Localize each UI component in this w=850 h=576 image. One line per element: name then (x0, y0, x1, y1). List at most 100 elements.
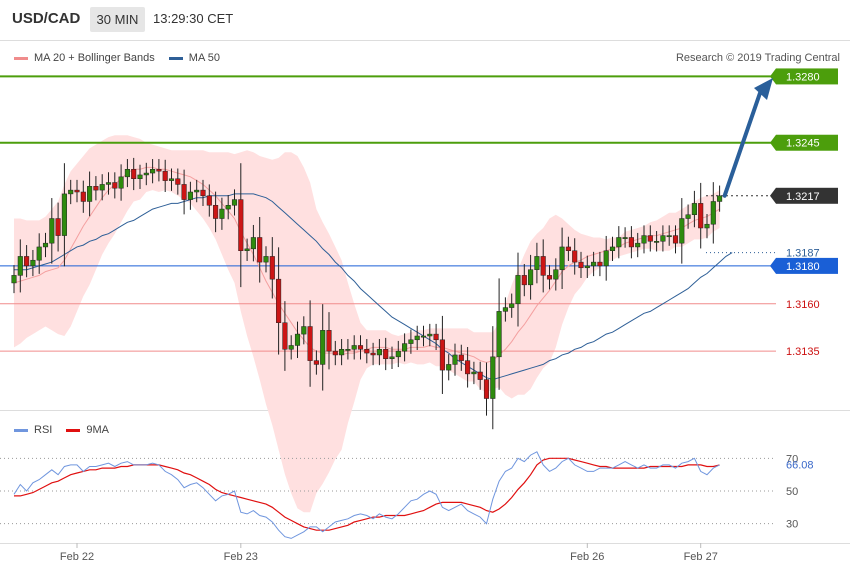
candle-body[interactable] (654, 241, 660, 243)
candle-body[interactable] (698, 203, 704, 229)
candle-body[interactable] (250, 237, 256, 250)
candle-body[interactable] (364, 349, 370, 354)
candle-body[interactable] (572, 250, 578, 263)
candle-body[interactable] (17, 256, 23, 276)
candle-body[interactable] (206, 195, 212, 206)
candle-body[interactable] (36, 246, 42, 261)
candle-body[interactable] (194, 189, 200, 193)
candle-body[interactable] (168, 178, 175, 181)
candle-body[interactable] (93, 186, 99, 191)
candle-body[interactable] (471, 371, 477, 375)
candle-body[interactable] (307, 326, 313, 361)
candle-body[interactable] (231, 199, 238, 206)
candle-body[interactable] (402, 343, 408, 352)
price-chart[interactable]: 1.3280 1.3245 1.3217 1.31871.3180 1.3160 1.31… (0, 0, 850, 576)
candle-body[interactable] (452, 354, 458, 365)
candle-body[interactable] (320, 330, 326, 365)
candle-body[interactable] (616, 237, 622, 248)
candle-body[interactable] (540, 256, 546, 276)
candle-body[interactable] (112, 182, 118, 189)
candle-body[interactable] (635, 242, 641, 248)
candle-body[interactable] (124, 169, 130, 178)
candle-body[interactable] (42, 242, 49, 248)
candle-body[interactable] (150, 169, 156, 174)
candle-body[interactable] (61, 193, 67, 236)
candle-body[interactable] (502, 307, 508, 312)
candle-body[interactable] (383, 349, 389, 359)
candle-body[interactable] (263, 256, 269, 263)
candle-body[interactable] (49, 218, 55, 244)
candle-body[interactable] (219, 208, 225, 219)
candle-body[interactable] (257, 237, 263, 263)
candle-body[interactable] (672, 235, 679, 244)
candle-body[interactable] (294, 333, 301, 346)
candle-body[interactable] (603, 250, 609, 267)
candle-body[interactable] (660, 235, 666, 242)
candle-body[interactable] (509, 303, 515, 308)
candle-body[interactable] (213, 205, 219, 219)
candle-body[interactable] (641, 235, 647, 244)
candle-body[interactable] (439, 339, 445, 371)
candle-body[interactable] (288, 345, 294, 350)
candle-body[interactable] (351, 345, 357, 350)
candle-body[interactable] (578, 261, 584, 269)
candle-body[interactable] (483, 379, 490, 399)
candle-body[interactable] (395, 350, 401, 358)
candle-body[interactable] (187, 191, 193, 200)
candle-body[interactable] (370, 352, 376, 356)
candle-body[interactable] (414, 335, 420, 341)
candle-body[interactable] (717, 195, 723, 202)
candle-body[interactable] (628, 237, 634, 248)
candle-body[interactable] (339, 349, 345, 356)
candle-body[interactable] (181, 184, 187, 200)
candle-body[interactable] (528, 269, 534, 286)
candle-body[interactable] (679, 218, 685, 244)
candle-body[interactable] (685, 214, 691, 219)
candle-body[interactable] (490, 356, 496, 399)
candle-body[interactable] (24, 256, 30, 267)
candle-body[interactable] (408, 339, 414, 344)
candle-body[interactable] (162, 170, 168, 181)
candle-body[interactable] (521, 275, 527, 286)
candle-body[interactable] (534, 256, 540, 270)
candle-body[interactable] (647, 235, 653, 242)
candle-body[interactable] (465, 360, 471, 375)
candle-body[interactable] (546, 275, 553, 280)
candle-body[interactable] (584, 265, 590, 269)
candle-body[interactable] (609, 246, 616, 251)
candle-body[interactable] (143, 172, 149, 176)
candle-body[interactable] (376, 349, 382, 356)
candle-body[interactable] (282, 322, 288, 350)
candle-body[interactable] (389, 356, 395, 359)
candle-body[interactable] (433, 333, 439, 341)
candle-body[interactable] (313, 360, 319, 365)
candle-body[interactable] (622, 237, 628, 239)
candle-body[interactable] (55, 218, 61, 236)
candle-body[interactable] (301, 326, 307, 335)
candle-body[interactable] (269, 256, 275, 280)
candle-body[interactable] (477, 371, 483, 380)
candle-body[interactable] (332, 350, 338, 356)
candle-body[interactable] (131, 169, 137, 179)
candle-body[interactable] (420, 335, 427, 338)
candle-body[interactable] (156, 169, 162, 172)
candle-body[interactable] (345, 349, 351, 351)
candle-body[interactable] (11, 275, 17, 284)
candle-body[interactable] (704, 223, 710, 229)
candle-body[interactable] (30, 259, 36, 267)
candle-body[interactable] (225, 205, 231, 210)
candle-body[interactable] (68, 189, 74, 195)
candle-body[interactable] (276, 278, 282, 323)
candle-body[interactable] (446, 364, 452, 371)
candle-body[interactable] (244, 248, 250, 251)
candle-body[interactable] (200, 189, 206, 197)
candle-body[interactable] (105, 182, 112, 185)
candle-body[interactable] (99, 184, 105, 191)
candle-body[interactable] (591, 261, 597, 267)
candle-body[interactable] (710, 201, 716, 225)
candle-body[interactable] (175, 178, 181, 185)
candle-body[interactable] (691, 203, 697, 215)
candle-body[interactable] (357, 345, 364, 350)
candle-body[interactable] (74, 189, 80, 193)
candle-body[interactable] (118, 176, 124, 189)
